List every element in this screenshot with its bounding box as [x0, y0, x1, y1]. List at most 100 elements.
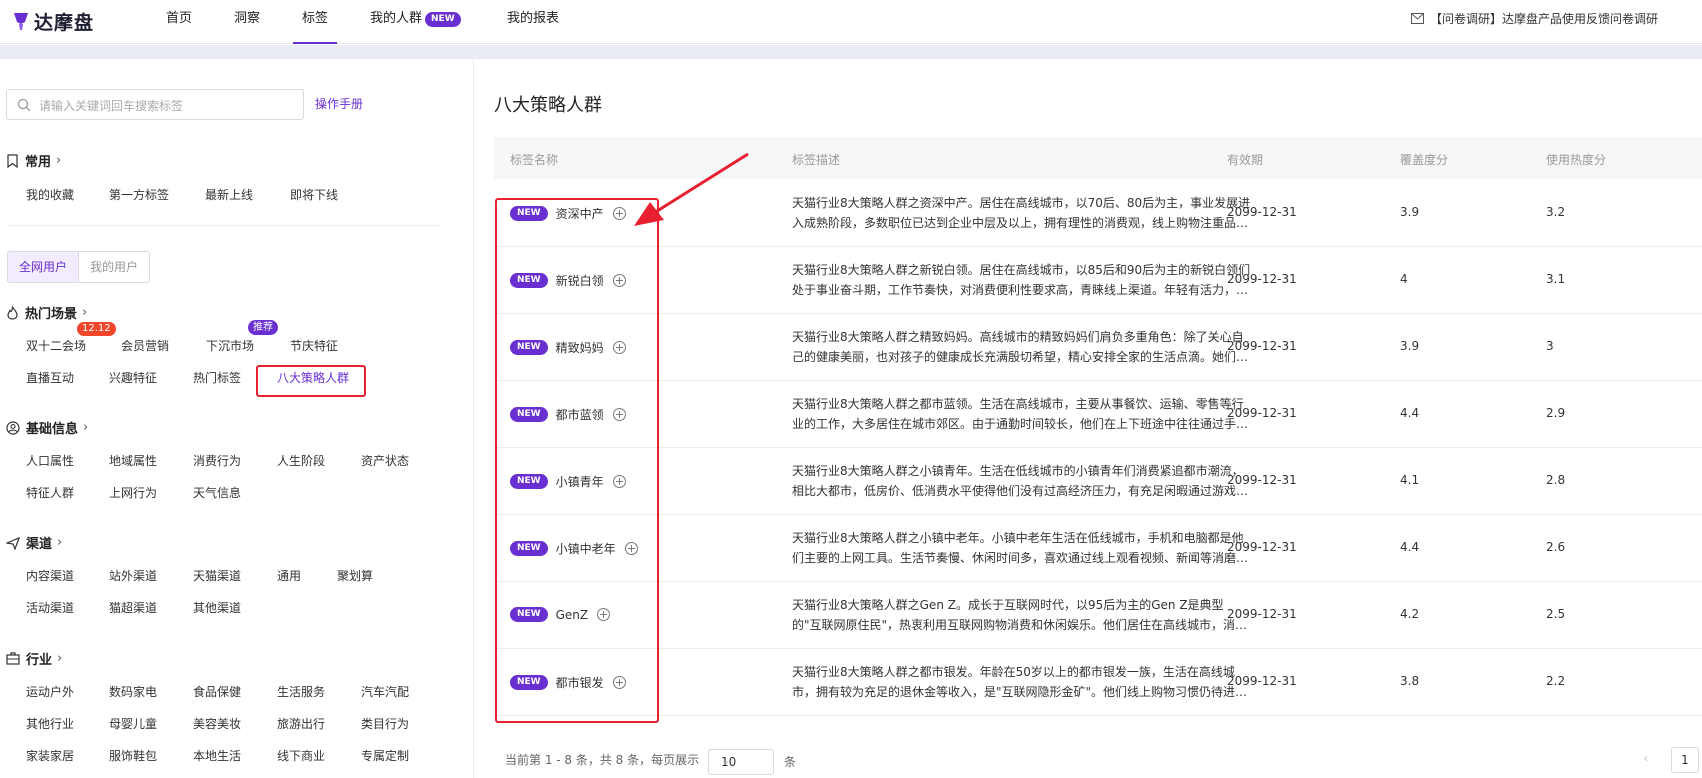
tag-hot-tags[interactable]: 热门标签 [193, 369, 241, 386]
tag-festival[interactable]: 节庆特征 [290, 337, 338, 354]
survey-link[interactable]: 【问卷调研】达摩盘产品使用反馈问卷调研 [1410, 10, 1658, 27]
tag-general[interactable]: 通用 [277, 567, 301, 584]
tag-activity-channel[interactable]: 活动渠道 [26, 599, 74, 616]
table-row: NEW 新锐白领 天猫行业8大策略人群之新锐白领。居住在高线城市，以85后和90后为… [494, 247, 1702, 314]
tag-description: 天猫行业8大策略人群之资深中产。居住在高线城市，以70后、80后为主，事业发展进… [792, 196, 1251, 230]
table-row: NEW GenZ 天猫行业8大策略人群之Gen Z。成长于互联网时代，以95后为主的… [494, 582, 1702, 649]
tag-content-channel[interactable]: 内容渠道 [26, 567, 74, 584]
nav-tags[interactable]: 标签 [293, 9, 338, 44]
tag-auto[interactable]: 汽车汽配 [361, 683, 409, 700]
tag-demographics[interactable]: 人口属性 [26, 452, 74, 469]
tag-online-behavior[interactable]: 上网行为 [109, 484, 157, 501]
scope-my-users[interactable]: 我的用户 [79, 252, 149, 282]
tag-life-stage[interactable]: 人生阶段 [277, 452, 325, 469]
tag-feature-groups[interactable]: 特征人群 [26, 484, 74, 501]
tag-other-channel[interactable]: 其他渠道 [193, 599, 241, 616]
tag-asset-status[interactable]: 资产状态 [361, 452, 409, 469]
tag-geography[interactable]: 地域属性 [109, 452, 157, 469]
tag-double12[interactable]: 双十二会场 [26, 337, 86, 354]
bookmark-icon [7, 153, 18, 168]
section-industry[interactable]: 行业 › [6, 649, 62, 668]
col-tag-desc: 标签描述 [792, 153, 841, 167]
tag-description: 天猫行业8大策略人群之都市蓝领。生活在高线城市，主要从事餐饮、运输、零售等行业的… [792, 397, 1249, 431]
tag-custom[interactable]: 专属定制 [361, 747, 409, 764]
tag-juhuasuan[interactable]: 聚划算 [337, 567, 373, 584]
table-row: NEW 都市银发 天猫行业8大策略人群之都市银发。年龄在50岁以上的都市银发一族，生… [494, 649, 1702, 716]
nav-my-audience[interactable]: 我的人群 NEW [370, 9, 461, 44]
tag-digital-appliance[interactable]: 数码家电 [109, 683, 157, 700]
tag-local-life[interactable]: 本地生活 [193, 747, 241, 764]
badge-recommend: 推荐 [248, 320, 278, 335]
tag-first-party[interactable]: 第一方标签 [109, 186, 169, 203]
tag-offline-business[interactable]: 线下商业 [277, 747, 325, 764]
tag-lower-tier[interactable]: 下沉市场 [206, 337, 254, 354]
table-row: NEW 精致妈妈 天猫行业8大策略人群之精致妈妈。高线城市的精致妈妈们肩负多重角色：… [494, 314, 1702, 381]
page-size-unit: 条 [784, 755, 797, 769]
tag-offsite-channel[interactable]: 站外渠道 [109, 567, 157, 584]
heat-score: 2.2 [1546, 674, 1566, 688]
scope-all-users[interactable]: 全网用户 [8, 252, 80, 282]
tag-description: 天猫行业8大策略人群之Gen Z。成长于互联网时代，以95后为主的Gen Z是典… [792, 598, 1248, 632]
heat-score: 3 [1546, 339, 1554, 353]
table-row: NEW 都市蓝领 天猫行业8大策略人群之都市蓝领。生活在高线城市，主要从事餐饮、运输… [494, 381, 1702, 448]
section-industry-title: 行业 [26, 653, 53, 668]
prev-page-icon[interactable]: ‹ [1643, 751, 1649, 767]
app-logo[interactable]: 达摩盘 [12, 8, 94, 34]
expiry-date: 2099-12-31 [1227, 205, 1297, 219]
coverage-score: 3.8 [1400, 674, 1420, 688]
tag-description: 天猫行业8大策略人群之小镇青年。生活在低线城市的小镇青年们消费紧追都市潮流，相比… [792, 464, 1249, 498]
tag-offline-soon[interactable]: 即将下线 [290, 186, 338, 203]
tag-mother-baby[interactable]: 母婴儿童 [109, 715, 157, 732]
section-hot-scenes[interactable]: 热门场景 › [6, 303, 87, 322]
tag-life-service[interactable]: 生活服务 [277, 683, 325, 700]
section-basic-info[interactable]: 基础信息 › [6, 418, 88, 437]
col-heat: 使用热度分 [1546, 153, 1607, 167]
tag-my-favorites[interactable]: 我的收藏 [26, 186, 74, 203]
page-size-select[interactable]: 10 ⌄ [708, 749, 774, 775]
section-channel[interactable]: 渠道 › [6, 533, 62, 552]
search-icon [17, 98, 31, 112]
highlight-box-sidebar [256, 365, 366, 397]
coverage-score: 4.4 [1400, 540, 1420, 554]
heat-score: 2.5 [1546, 607, 1566, 621]
search-input[interactable]: 请输入关键词回车搜索标签 [6, 89, 304, 120]
tag-latest[interactable]: 最新上线 [205, 186, 253, 203]
tag-maochao-channel[interactable]: 猫超渠道 [109, 599, 157, 616]
coverage-score: 4.4 [1400, 406, 1420, 420]
chevron-down-icon: ⌄ [721, 754, 731, 767]
tag-live-interaction[interactable]: 直播互动 [26, 369, 74, 386]
nav-my-reports[interactable]: 我的报表 [507, 9, 559, 44]
mail-icon [1410, 13, 1424, 24]
tag-category-behavior[interactable]: 类目行为 [361, 715, 409, 732]
user-scope-toggle: 全网用户 我的用户 [7, 251, 151, 283]
page-number[interactable]: 1 [1671, 747, 1699, 773]
tag-home[interactable]: 家装家居 [26, 747, 74, 764]
tag-sports-outdoor[interactable]: 运动户外 [26, 683, 74, 700]
section-common[interactable]: 常用 › [6, 151, 61, 170]
divider [6, 225, 442, 226]
new-badge: NEW [425, 12, 461, 27]
nav-insight[interactable]: 洞察 [234, 9, 260, 44]
user-circle-icon [6, 420, 20, 435]
highlight-box-table [495, 198, 659, 723]
tag-other-industry[interactable]: 其他行业 [26, 715, 74, 732]
nav-home[interactable]: 首页 [166, 9, 192, 44]
coverage-score: 3.9 [1400, 339, 1420, 353]
tag-interest[interactable]: 兴趣特征 [109, 369, 157, 386]
tag-beauty[interactable]: 美容美妆 [193, 715, 241, 732]
sub-bar [0, 45, 1702, 59]
tag-weather[interactable]: 天气信息 [193, 484, 241, 501]
section-hot-scenes-title: 热门场景 [25, 307, 78, 322]
tag-apparel[interactable]: 服饰鞋包 [109, 747, 157, 764]
coverage-score: 3.9 [1400, 205, 1420, 219]
tag-member-marketing[interactable]: 会员营销 [121, 337, 169, 354]
tag-tmall-channel[interactable]: 天猫渠道 [193, 567, 241, 584]
col-expiry: 有效期 [1227, 153, 1264, 167]
heat-score: 3.2 [1546, 205, 1566, 219]
tag-travel[interactable]: 旅游出行 [277, 715, 325, 732]
send-icon [6, 536, 20, 550]
tag-food-health[interactable]: 食品保健 [193, 683, 241, 700]
tag-consumption[interactable]: 消费行为 [193, 452, 241, 469]
tag-description: 天猫行业8大策略人群之精致妈妈。高线城市的精致妈妈们肩负多重角色：除了关心自己的… [792, 330, 1249, 364]
manual-link[interactable]: 操作手册 [315, 95, 363, 112]
